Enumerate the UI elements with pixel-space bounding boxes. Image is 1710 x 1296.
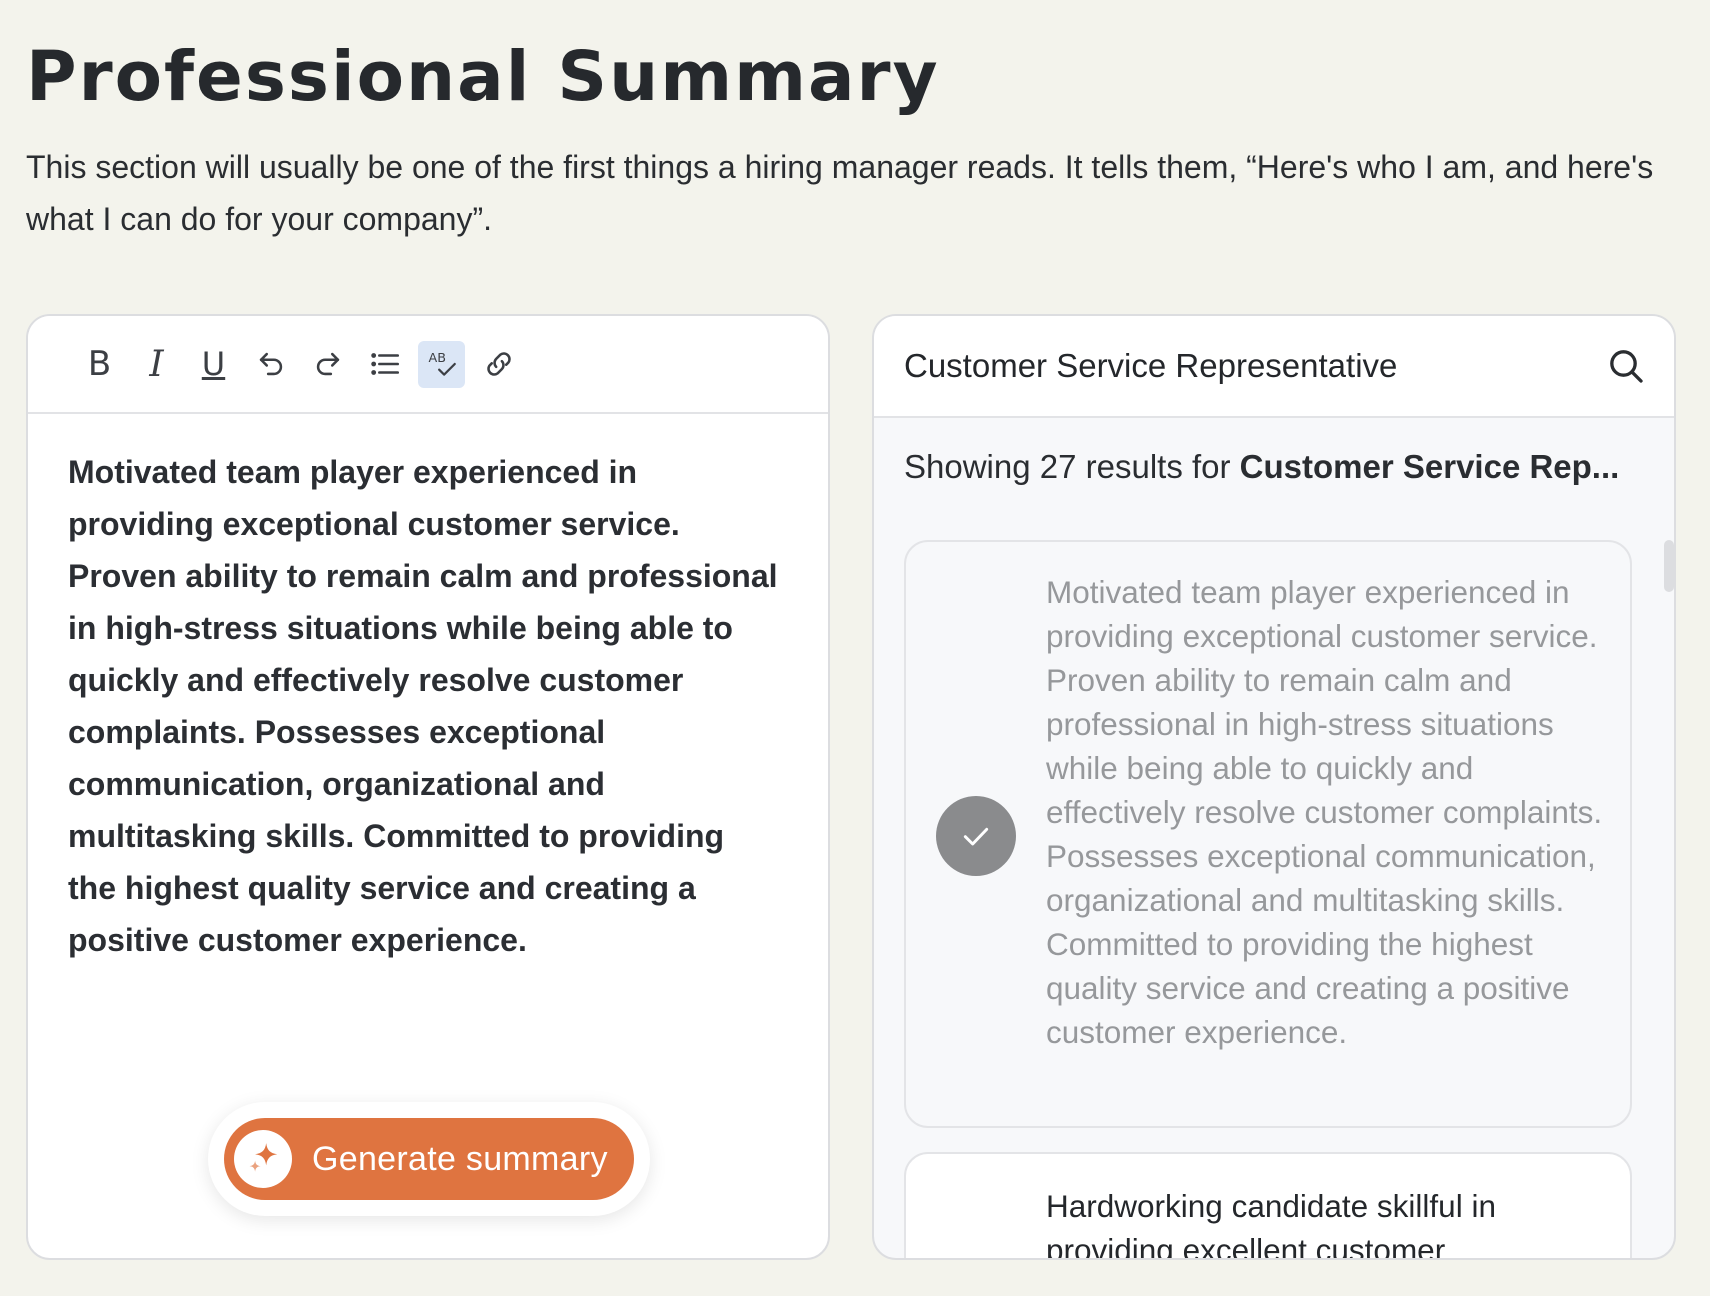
italic-icon: I [149,343,164,385]
redo-button[interactable] [304,341,351,388]
check-icon[interactable] [936,796,1016,876]
job-title-search[interactable]: Customer Service Representative [874,316,1674,418]
generate-summary-container: Generate summary [208,1102,650,1216]
undo-icon [259,352,282,376]
example-card-selected[interactable]: Motivated team player experienced in pro… [904,540,1632,1128]
sparkle-icon [234,1130,292,1188]
results-scrollbar[interactable] [1664,540,1674,592]
search-icon[interactable] [1606,346,1646,386]
summary-text-area[interactable]: Motivated team player experienced in pro… [68,446,778,966]
link-button[interactable] [475,341,522,388]
generate-summary-label: Generate summary [312,1139,608,1178]
undo-button[interactable] [247,341,294,388]
underline-button[interactable]: U [190,341,237,388]
generate-summary-button[interactable]: Generate summary [224,1118,634,1200]
spellcheck-button[interactable]: AB [418,340,465,388]
example-card-text: Motivated team player experienced in pro… [1046,574,1603,1050]
link-icon [486,352,511,376]
examples-panel: Customer Service Representative Showing … [872,314,1676,1260]
editor-toolbar: B I U AB [28,316,828,414]
page-description: This section will usually be one of the … [26,149,1654,237]
redo-icon [316,352,339,376]
results-query: Customer Service Rep... [1239,448,1620,485]
summary-editor-panel: B I U AB Motivated team player experienc… [26,314,830,1260]
bold-button[interactable]: B [76,341,123,388]
results-prefix: Showing 27 results for [904,448,1240,485]
bold-icon: B [87,344,112,384]
search-input[interactable]: Customer Service Representative [904,347,1397,385]
bullet-list-button[interactable] [361,341,408,388]
example-card-text: Hardworking candidate skillful in provid… [1046,1188,1496,1260]
example-card[interactable]: Hardworking candidate skillful in provid… [904,1152,1632,1260]
spellcheck-icon: AB [428,351,456,376]
svg-text:AB: AB [428,351,445,366]
results-count: Showing 27 results for Customer Service … [904,448,1619,486]
list-icon [370,353,399,375]
italic-button[interactable]: I [133,341,180,388]
page-title: Professional Summary [26,37,940,117]
underline-icon: U [201,345,226,383]
